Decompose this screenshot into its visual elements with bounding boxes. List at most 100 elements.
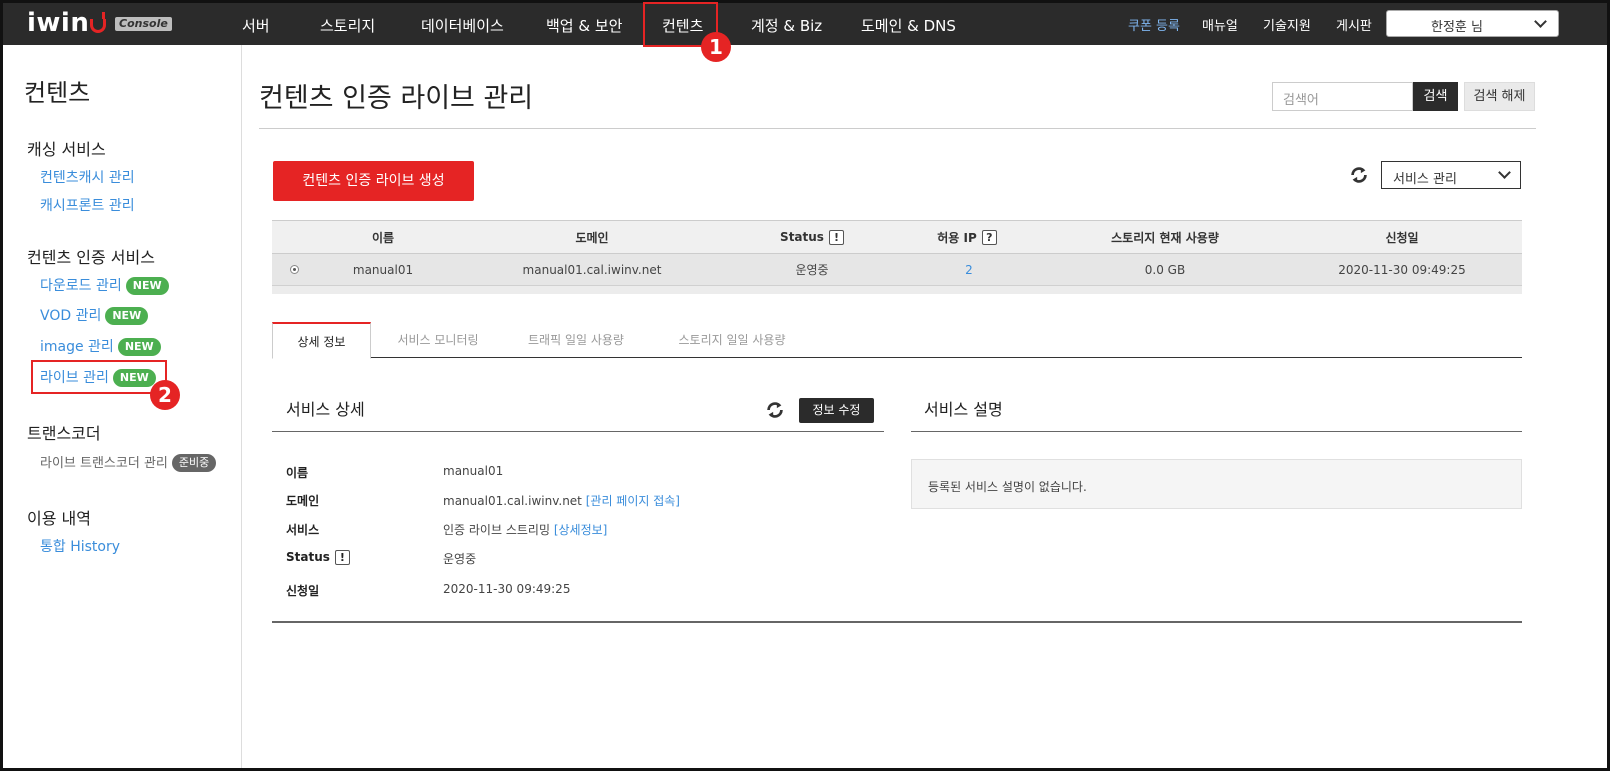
service-detail-link[interactable]: [상세정보]	[554, 523, 608, 537]
sidebar-section-transcoder: 트랜스코더	[27, 424, 101, 443]
field-label-service: 서비스	[286, 523, 320, 537]
nav-manual[interactable]: 매뉴얼	[1202, 15, 1238, 34]
cell-status: 운영중	[795, 263, 829, 277]
nav-board[interactable]: 게시판	[1336, 15, 1372, 34]
nav-tech-support[interactable]: 기술지원	[1263, 15, 1311, 34]
tab-detail-info[interactable]: 상세 정보	[272, 322, 371, 359]
detail-divider	[272, 431, 884, 432]
status-info-icon[interactable]: !	[334, 550, 350, 565]
ip-help-icon[interactable]: ?	[981, 229, 997, 245]
logo-swoosh-icon	[90, 12, 107, 33]
sidebar-title: 컨텐츠	[24, 79, 91, 107]
table-header: 이름 도메인 Status! 허용 IP? 스토리지 현재 사용량 신청일	[272, 220, 1522, 254]
status-info-icon[interactable]: !	[828, 229, 844, 245]
sidebar-item-cache-front[interactable]: 캐시프론트 관리	[40, 195, 135, 215]
field-value-name: manual01	[443, 464, 504, 478]
create-live-button[interactable]: 컨텐츠 인증 라이브 생성	[273, 161, 474, 201]
refresh-icon[interactable]	[764, 399, 786, 421]
new-badge: NEW	[117, 338, 161, 356]
table-row[interactable]: manual01 manual01.cal.iwinv.net 운영중 2 0.…	[272, 254, 1522, 286]
service-manage-select[interactable]: 서비스 관리	[1381, 161, 1521, 189]
col-domain-header: 도메인	[575, 230, 609, 245]
search-button[interactable]: 검색	[1413, 82, 1458, 111]
description-divider	[911, 431, 1522, 432]
sidebar-item-content-cache[interactable]: 컨텐츠캐시 관리	[40, 167, 135, 187]
logo-text: iwin	[27, 8, 90, 38]
nav-account-biz[interactable]: 계정 & Biz	[751, 15, 822, 36]
nav-database[interactable]: 데이터베이스	[421, 15, 504, 36]
status-header-label: Status	[780, 230, 824, 244]
new-badge: NEW	[125, 277, 169, 295]
admin-page-link[interactable]: [관리 페이지 접속]	[586, 494, 680, 508]
clear-search-button[interactable]: 검색 해제	[1464, 82, 1535, 111]
service-value: 인증 라이브 스트리밍	[443, 523, 550, 537]
coming-soon-badge: 준비중	[171, 454, 217, 472]
sidebar: 컨텐츠 캐싱 서비스 컨텐츠캐시 관리 캐시프론트 관리 컨텐츠 인증 서비스 …	[3, 45, 242, 768]
top-navigation-bar: iwin Console 서버 스토리지 데이터베이스 백업 & 보안 컨텐츠 …	[3, 3, 1607, 45]
service-detail-title: 서비스 상세	[286, 400, 365, 419]
sidebar-item-history[interactable]: 통합 History	[40, 536, 120, 556]
service-table: 이름 도메인 Status! 허용 IP? 스토리지 현재 사용량 신청일 ma…	[272, 220, 1522, 294]
service-description-title: 서비스 설명	[924, 400, 1003, 419]
nav-server[interactable]: 서버	[242, 15, 270, 36]
sidebar-item-image[interactable]: image 관리 NEW	[40, 336, 161, 356]
iwinv-logo[interactable]: iwin	[27, 8, 107, 38]
sidebar-item-label: 다운로드 관리	[40, 278, 122, 294]
col-name-header: 이름	[371, 230, 395, 245]
field-value-service: 인증 라이브 스트리밍 [상세정보]	[443, 521, 607, 538]
nav-domain-dns[interactable]: 도메인 & DNS	[861, 15, 956, 36]
title-divider	[259, 128, 1536, 129]
sidebar-item-label: 라이브 트랜스코더 관리	[40, 456, 168, 471]
nav-storage[interactable]: 스토리지	[320, 15, 375, 36]
step-marker-1: 1	[701, 32, 731, 62]
service-select-value: 서비스 관리	[1393, 172, 1457, 187]
cell-date: 2020-11-30 09:49:25	[1338, 262, 1466, 277]
step-marker-2: 2	[150, 380, 180, 410]
cell-allowed-ip[interactable]: 2	[899, 254, 1039, 285]
field-value-status: 운영중	[443, 552, 477, 566]
refresh-icon[interactable]	[1348, 164, 1370, 186]
radio-selected-icon	[289, 265, 299, 274]
field-label-domain: 도메인	[286, 494, 320, 508]
ip-header-label: 허용 IP	[937, 230, 977, 245]
cell-storage: 0.0 GB	[1144, 262, 1186, 277]
chevron-down-icon	[1534, 15, 1547, 28]
tab-daily-traffic[interactable]: 트래픽 일일 사용량	[517, 322, 635, 358]
nav-coupon-register[interactable]: 쿠폰 등록	[1128, 15, 1180, 34]
sidebar-item-live-transcoder[interactable]: 라이브 트랜스코더 관리 준비중	[40, 452, 217, 472]
sidebar-item-label: VOD 관리	[40, 308, 102, 324]
field-label-status: Status!	[286, 550, 350, 565]
page-title: 컨텐츠 인증 라이브 관리	[259, 83, 534, 114]
new-badge: NEW	[105, 307, 149, 325]
col-ip-header: 허용 IP?	[897, 221, 1037, 253]
domain-value: manual01.cal.iwinv.net	[443, 494, 582, 508]
detail-tabs: 상세 정보 서비스 모니터링 트래픽 일일 사용량 스토리지 일일 사용량	[272, 322, 1522, 359]
field-value-domain: manual01.cal.iwinv.net [관리 페이지 접속]	[443, 492, 680, 509]
sidebar-item-download[interactable]: 다운로드 관리 NEW	[40, 275, 169, 295]
field-label-date: 신청일	[286, 584, 320, 598]
sidebar-section-auth-service: 컨텐츠 인증 서비스	[27, 248, 155, 267]
table-footer	[272, 286, 1522, 294]
nav-backup-security[interactable]: 백업 & 보안	[546, 15, 622, 36]
user-name: 한정훈 님	[1431, 20, 1483, 35]
col-storage-header: 스토리지 현재 사용량	[1111, 230, 1219, 245]
console-tag: Console	[115, 17, 172, 31]
edit-info-button[interactable]: 정보 수정	[799, 398, 874, 423]
user-menu-select[interactable]: 한정훈 님	[1386, 10, 1559, 37]
col-date-header: 신청일	[1385, 230, 1419, 245]
detail-bottom-divider	[272, 621, 1522, 623]
row-radio[interactable]	[282, 254, 306, 285]
highlight-box-live-manage	[31, 360, 167, 394]
status-label: Status	[286, 550, 330, 564]
search-input[interactable]: 검색어	[1272, 82, 1413, 111]
field-value-date: 2020-11-30 09:49:25	[443, 582, 571, 596]
cell-name: manual01	[352, 262, 414, 277]
service-description-box: 등록된 서비스 설명이 없습니다.	[911, 459, 1522, 509]
chevron-down-icon	[1498, 166, 1511, 179]
sidebar-section-usage: 이용 내역	[27, 509, 91, 528]
sidebar-item-label: image 관리	[40, 339, 114, 355]
field-label-name: 이름	[286, 466, 309, 480]
tab-daily-storage[interactable]: 스토리지 일일 사용량	[668, 322, 796, 358]
sidebar-item-vod[interactable]: VOD 관리 NEW	[40, 305, 149, 325]
tab-service-monitoring[interactable]: 서비스 모니터링	[384, 322, 492, 358]
